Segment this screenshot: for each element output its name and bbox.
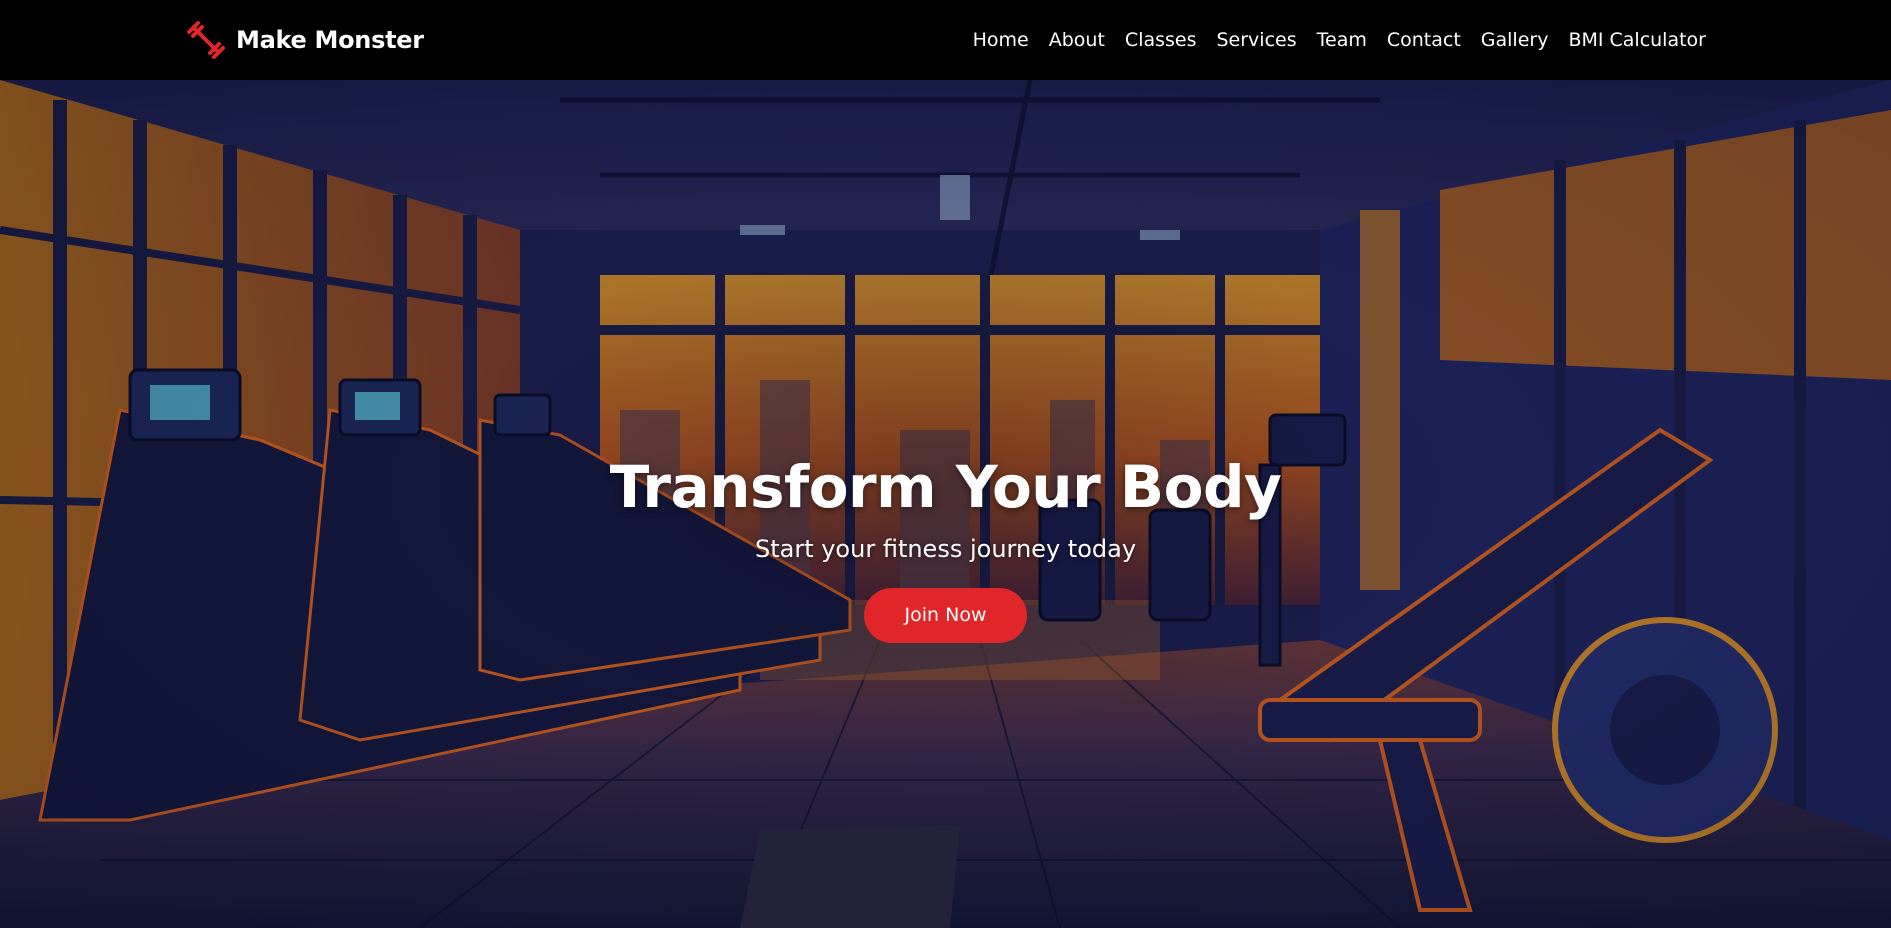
- main-nav: Home About Classes Services Team Contact…: [973, 24, 1706, 56]
- nav-item-contact[interactable]: Contact: [1387, 24, 1461, 56]
- nav-item-home[interactable]: Home: [973, 24, 1029, 56]
- brand-logo-link[interactable]: Make Monster: [186, 20, 424, 60]
- dumbbell-icon: [187, 21, 225, 59]
- hero-title: Transform Your Body: [609, 453, 1282, 521]
- nav-item-about[interactable]: About: [1049, 24, 1105, 56]
- nav-item-team[interactable]: Team: [1317, 24, 1367, 56]
- nav-item-services[interactable]: Services: [1217, 24, 1297, 56]
- brand-name: Make Monster: [236, 26, 424, 54]
- hero-content: Transform Your Body Start your fitness j…: [0, 452, 1891, 643]
- navbar: Make Monster Home About Classes Services…: [0, 0, 1891, 80]
- hero-section: Transform Your Body Start your fitness j…: [0, 80, 1891, 928]
- nav-item-bmi-calculator[interactable]: BMI Calculator: [1568, 24, 1706, 56]
- nav-item-gallery[interactable]: Gallery: [1481, 24, 1549, 56]
- join-now-button[interactable]: Join Now: [864, 588, 1027, 643]
- hero-subtitle: Start your fitness journey today: [754, 535, 1137, 563]
- nav-item-classes[interactable]: Classes: [1125, 24, 1197, 56]
